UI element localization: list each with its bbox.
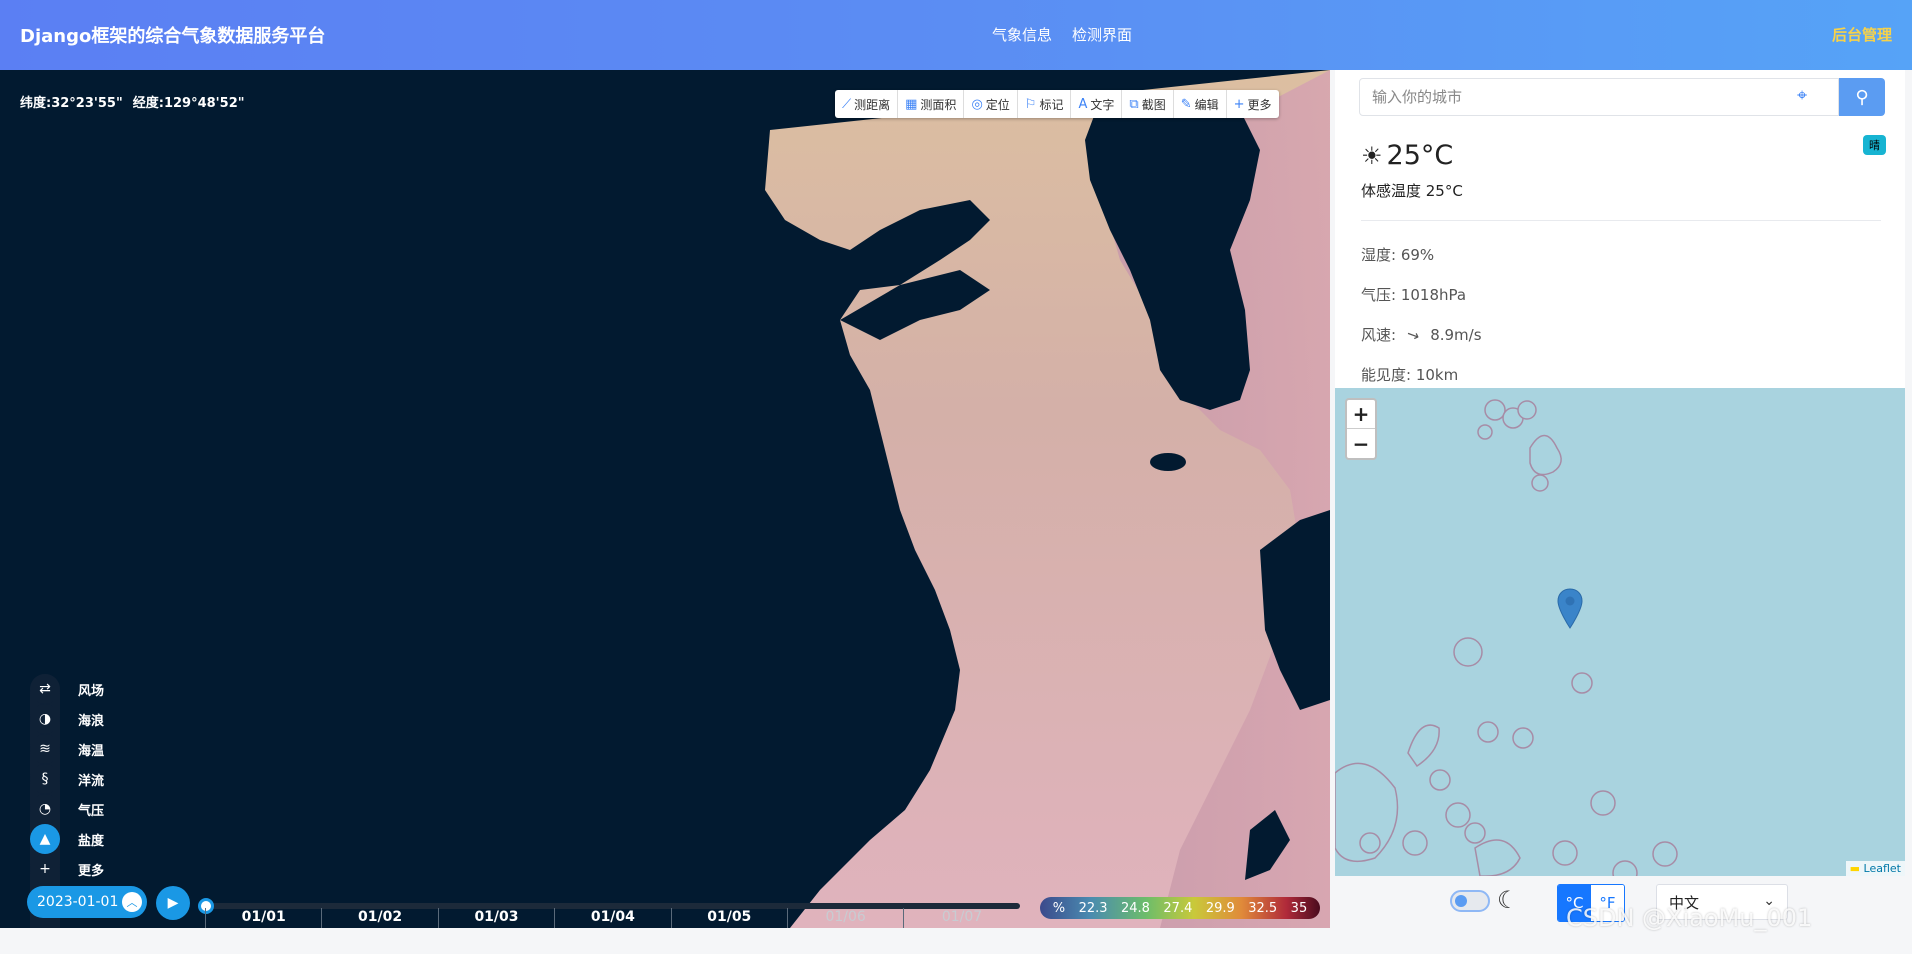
top-header: Django框架的综合气象数据服务平台 气象信息 检测界面 后台管理: [0, 0, 1912, 70]
salinity-map[interactable]: 纬度:32°23'55" 经度:129°48'52" ⟋ 测距离 ▦ 测面积 ◎ 定位…: [0, 70, 1330, 928]
latitude-value: 32°23'55": [51, 96, 123, 111]
wind-direction-icon: →: [1404, 324, 1423, 346]
tick-label: 01/02: [321, 908, 437, 928]
app-root: Django框架的综合气象数据服务平台 气象信息 检测界面 后台管理 纬度:32…: [0, 0, 1912, 954]
tool-edit[interactable]: ✎ 编辑: [1174, 90, 1227, 118]
sun-icon: ☀: [1361, 141, 1383, 170]
tick-label: 01/06: [786, 908, 903, 928]
app-title: Django框架的综合气象数据服务平台: [20, 26, 326, 47]
zoom-out-button[interactable]: −: [1347, 429, 1375, 458]
edit-icon: ✎: [1180, 96, 1192, 112]
zoom-control: + −: [1345, 398, 1377, 460]
city-search-input[interactable]: [1359, 78, 1839, 116]
tool-measure-area[interactable]: ▦ 测面积: [898, 90, 965, 118]
tool-text[interactable]: A 文字: [1071, 90, 1123, 118]
layer-sea-temp[interactable]: ≋ 海温: [30, 734, 110, 764]
layer-wind[interactable]: ⇄ 风场: [30, 674, 110, 704]
legend-value: 29.9: [1205, 900, 1235, 916]
layer-current[interactable]: § 洋流: [30, 764, 110, 794]
legend-value: 24.8: [1120, 900, 1150, 916]
tick-label: 01/07: [903, 908, 1019, 928]
longitude-value: 129°48'52": [163, 96, 245, 111]
layer-list: ⇄ 风场 ◑ 海浪 ≋ 海温 § 洋流 ◔ 气压 ▲ 盐度 + 更多: [30, 674, 110, 884]
current-date: 2023-01-01: [37, 894, 119, 910]
flag-icon: ▬: [1849, 862, 1861, 875]
tick-label: 01/04: [554, 908, 670, 928]
feels-like: 体感温度 25°C: [1361, 182, 1463, 200]
coordinate-readout: 纬度:32°23'55" 经度:129°48'52": [20, 96, 245, 111]
zoom-in-button[interactable]: +: [1347, 400, 1375, 429]
legend-value: 35: [1290, 900, 1308, 916]
map-attribution[interactable]: ▬ Leaflet: [1845, 861, 1905, 876]
tick-label: 01/03: [437, 908, 554, 928]
layer-wave[interactable]: ◑ 海浪: [30, 704, 110, 734]
legend-value: 22.3: [1078, 900, 1108, 916]
tool-measure-distance[interactable]: ⟋ 测距离: [835, 90, 899, 118]
nav-weather-info[interactable]: 气象信息: [992, 24, 1052, 45]
current-icon: §: [30, 764, 60, 794]
flag-icon: ⚐: [1024, 96, 1037, 112]
humidity: 湿度: 69%: [1361, 246, 1435, 264]
pressure: 气压: 1018hPa: [1361, 286, 1467, 304]
map-toolbar: ⟋ 测距离 ▦ 测面积 ◎ 定位 ⚐ 标记 A 文字 ⧉ 截图 ✎ 编辑 + 更多: [835, 90, 1279, 118]
layer-more[interactable]: + 更多: [30, 854, 110, 884]
ruler-icon: ⟋: [842, 96, 852, 112]
salinity-icon: ▲: [30, 824, 60, 854]
text-icon: A: [1078, 96, 1088, 112]
sea-temp-icon: ≋: [30, 734, 60, 764]
layer-salinity[interactable]: ▲ 盐度: [30, 824, 110, 854]
timeline-ticks: 01/01 01/02 01/03 01/04 01/05 01/06 01/0…: [205, 908, 1020, 928]
nav-monitor[interactable]: 检测界面: [1072, 24, 1132, 45]
layer-pressure[interactable]: ◔ 气压: [30, 794, 110, 824]
salinity-legend: % 22.3 24.8 27.4 29.9 32.5 35: [1040, 897, 1320, 919]
search-icon: ⚲: [1855, 86, 1869, 108]
area-icon: ▦: [905, 96, 918, 112]
weather-panel: ⌖ ⚲ ☀ 25°C 晴 体感温度 25°C 湿度: 69% 气压: 1018h…: [1335, 70, 1905, 928]
date-picker[interactable]: 2023-01-01 ︿: [27, 886, 147, 918]
wind-icon: ⇄: [30, 674, 60, 704]
wave-icon: ◑: [30, 704, 60, 734]
legend-value: 32.5: [1248, 900, 1278, 916]
screenshot-icon: ⧉: [1129, 96, 1139, 112]
location-map[interactable]: + − ▬ Leaflet: [1335, 388, 1905, 876]
play-button[interactable]: ▶: [156, 886, 190, 920]
visibility: 能见度: 10km: [1361, 366, 1459, 384]
dark-mode-toggle[interactable]: [1450, 890, 1490, 912]
search-button[interactable]: ⚲: [1839, 78, 1885, 116]
legend-unit: %: [1052, 900, 1066, 916]
pressure-icon: ◔: [30, 794, 60, 824]
location-icon: ◎: [971, 96, 983, 112]
tick-label: 01/01: [205, 908, 321, 928]
moon-icon: ☾: [1497, 886, 1519, 914]
admin-link[interactable]: 后台管理: [1832, 24, 1892, 45]
plus-icon: +: [1233, 96, 1245, 112]
main-nav: 气象信息 检测界面: [992, 24, 1132, 45]
tick-label: 01/05: [670, 908, 787, 928]
plus-icon: +: [30, 854, 60, 884]
map-marker-icon[interactable]: [1557, 588, 1583, 630]
tool-mark[interactable]: ⚐ 标记: [1018, 90, 1072, 118]
play-icon: ▶: [167, 895, 179, 911]
tool-screenshot[interactable]: ⧉ 截图: [1122, 90, 1174, 118]
tool-more[interactable]: + 更多: [1227, 90, 1279, 118]
wind-speed: 风速: → 8.9m/s: [1361, 324, 1482, 346]
location-map-canvas: [1335, 399, 1678, 876]
chevron-up-icon[interactable]: ︿: [122, 892, 142, 912]
divider: [1361, 220, 1881, 221]
weather-status-badge: 晴: [1863, 135, 1886, 155]
location-pin-icon[interactable]: ⌖: [1797, 85, 1807, 106]
watermark: CSDN @XiaoMu_001: [1566, 904, 1813, 932]
temperature: 25°C: [1386, 140, 1454, 171]
legend-value: 27.4: [1163, 900, 1193, 916]
map-canvas: [765, 70, 1330, 928]
tool-locate[interactable]: ◎ 定位: [964, 90, 1018, 118]
